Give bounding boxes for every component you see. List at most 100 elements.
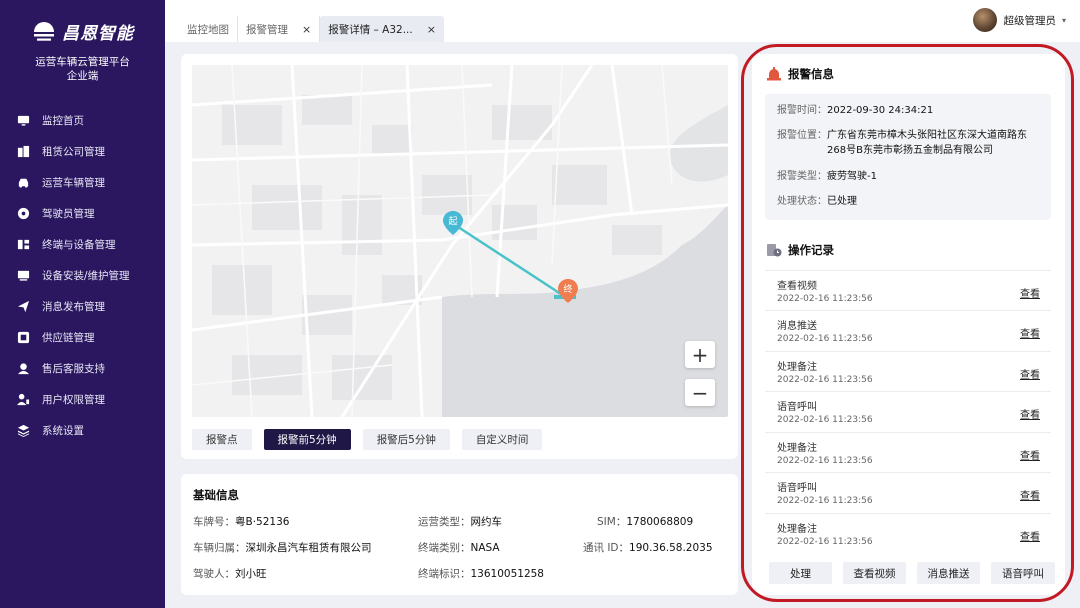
terminal-id-value: 13610051258 <box>470 568 545 580</box>
sidebar-item-label: 运营车辆管理 <box>42 177 105 189</box>
field-label: 车辆归属： <box>193 542 246 554</box>
driver-field: 驾驶人：刘小旺 <box>193 566 267 581</box>
sidebar-item-label: 租赁公司管理 <box>42 146 105 158</box>
sidebar-item-monitor-home[interactable]: 监控首页 <box>0 105 165 136</box>
car-icon <box>16 176 30 190</box>
zoom-in-button[interactable]: + <box>685 341 715 368</box>
close-icon[interactable]: × <box>302 23 311 36</box>
sim-value: 1780068809 <box>626 516 694 528</box>
map-view[interactable]: 起 终 + − <box>192 65 728 417</box>
tab-label: 报警详情 – A32... <box>328 23 413 36</box>
log-time: 2022-02-16 11:23:56 <box>777 537 873 547</box>
view-link[interactable]: 查看 <box>1020 487 1040 502</box>
field-label: SIM： <box>597 516 627 528</box>
view-link[interactable]: 查看 <box>1020 325 1040 340</box>
log-action: 语音呼叫 <box>777 483 817 494</box>
top-header: 监控地图 报警管理 × 报警详情 – A32... × 超级管理员 ▾ <box>165 0 1080 42</box>
tab-monitor-map[interactable]: 监控地图 <box>179 16 238 42</box>
alarm-type-row: 报警类型： 疲劳驾驶-1 <box>777 169 877 184</box>
start-marker-label: 起 <box>448 217 458 227</box>
close-icon[interactable]: × <box>427 23 436 36</box>
sidebar-item-vehicles[interactable]: 运营车辆管理 <box>0 167 165 198</box>
log-time: 2022-02-16 11:23:56 <box>777 375 873 385</box>
sim-field: SIM：1780068809 <box>597 514 693 529</box>
view-link[interactable]: 查看 <box>1020 447 1040 462</box>
brand-logo: 昌恩智能 <box>0 0 165 46</box>
log-action: 处理备注 <box>777 362 817 373</box>
sidebar: 昌恩智能 运营车辆云管理平台 企业端 监控首页 租赁公司管理 运营车辆管理 驾驶… <box>0 0 165 608</box>
terminal-id-field: 终端标识：13610051258 <box>418 566 544 581</box>
time-button-before-5min[interactable]: 报警前5分钟 <box>263 429 351 450</box>
tab-bar: 监控地图 报警管理 × 报警详情 – A32... × <box>179 16 444 42</box>
logo-mark-icon <box>34 22 54 41</box>
sidebar-item-settings[interactable]: 系统设置 <box>0 415 165 446</box>
alarm-location-value: 广东省东莞市樟木头张阳社区东深大道南路东268号B东莞市彰扬五金制品有限公司 <box>827 130 1027 156</box>
sidebar-item-rental-company[interactable]: 租赁公司管理 <box>0 136 165 167</box>
alarm-status-row: 处理状态： 已处理 <box>777 194 857 209</box>
avatar <box>973 8 998 32</box>
sidebar-item-drivers[interactable]: 驾驶员管理 <box>0 198 165 229</box>
view-link[interactable]: 查看 <box>1020 285 1040 300</box>
time-button-after-5min[interactable]: 报警后5分钟 <box>362 429 450 450</box>
view-video-button[interactable]: 查看视频 <box>843 562 906 584</box>
op-type-value: 网约车 <box>470 516 503 528</box>
sidebar-item-messages[interactable]: 消息发布管理 <box>0 291 165 322</box>
handle-button[interactable]: 处理 <box>769 562 832 584</box>
action-buttons: 处理 查看视频 消息推送 语音呼叫 <box>769 562 1055 584</box>
log-time: 2022-02-16 11:23:56 <box>777 415 873 425</box>
sidebar-item-label: 终端与设备管理 <box>42 239 116 251</box>
field-label: 车牌号： <box>193 516 235 528</box>
push-message-button[interactable]: 消息推送 <box>917 562 980 584</box>
map-card: 起 终 + − 报警点 报警前5分钟 报警后5分钟 自定义时间 <box>181 54 738 459</box>
field-label: 报警类型： <box>777 171 827 182</box>
map-base-layer <box>192 65 728 417</box>
field-label: 通讯 ID： <box>583 542 630 554</box>
field-label: 报警位置： <box>777 130 827 141</box>
field-label: 终端标识： <box>418 568 471 580</box>
time-button-alarm-point[interactable]: 报警点 <box>192 429 252 450</box>
sidebar-item-support[interactable]: 售后客服支持 <box>0 353 165 384</box>
alarm-info-title: 报警信息 <box>788 67 834 81</box>
log-action: 处理备注 <box>777 524 817 535</box>
chevron-down-icon: ▾ <box>1061 15 1066 25</box>
end-marker[interactable]: 终 <box>558 279 578 306</box>
basic-info-card: 基础信息 车牌号：粤B·52136 车辆归属：深圳永昌汽车租赁有限公司 驾驶人：… <box>181 474 738 595</box>
driver-value: 刘小旺 <box>235 568 267 580</box>
alarm-time-row: 报警时间： 2022-09-30 24:34:21 <box>777 103 933 118</box>
sidebar-item-installation[interactable]: 设备安装/维护管理 <box>0 260 165 291</box>
alarm-detail-panel: 报警信息 报警时间： 2022-09-30 24:34:21 报警位置： 广东省… <box>752 54 1065 595</box>
log-action: 语音呼叫 <box>777 402 817 413</box>
terminal-type-value: NASA <box>470 542 500 554</box>
building-icon <box>16 145 30 159</box>
time-range-buttons: 报警点 报警前5分钟 报警后5分钟 自定义时间 <box>192 429 543 450</box>
field-label: 报警时间： <box>777 105 827 116</box>
sidebar-item-label: 设备安装/维护管理 <box>42 270 130 282</box>
sidebar-item-devices[interactable]: 终端与设备管理 <box>0 229 165 260</box>
tab-alarm-management[interactable]: 报警管理 × <box>238 16 321 42</box>
owner-field: 车辆归属：深圳永昌汽车租赁有限公司 <box>193 540 372 555</box>
view-link[interactable]: 查看 <box>1020 366 1040 381</box>
screen-icon <box>16 269 30 283</box>
sidebar-item-label: 售后客服支持 <box>42 363 105 375</box>
log-record: 处理备注 2022-02-16 11:23:56 查看 <box>765 513 1051 553</box>
monitor-icon <box>16 114 30 128</box>
log-time: 2022-02-16 11:23:56 <box>777 294 873 304</box>
alarm-info-box: 报警时间： 2022-09-30 24:34:21 报警位置： 广东省东莞市樟木… <box>765 94 1051 220</box>
sidebar-menu: 监控首页 租赁公司管理 运营车辆管理 驾驶员管理 终端与设备管理 设备安装/维护… <box>0 105 165 446</box>
user-menu[interactable]: 超级管理员 ▾ <box>973 8 1066 32</box>
sidebar-item-supply-chain[interactable]: 供应链管理 <box>0 322 165 353</box>
sidebar-item-permissions[interactable]: 用户权限管理 <box>0 384 165 415</box>
time-button-custom[interactable]: 自定义时间 <box>461 429 543 450</box>
voice-call-button[interactable]: 语音呼叫 <box>991 562 1055 584</box>
operation-log-header: 操作记录 <box>766 242 834 258</box>
view-link[interactable]: 查看 <box>1020 528 1040 543</box>
operation-log-title: 操作记录 <box>788 243 834 257</box>
view-link[interactable]: 查看 <box>1020 406 1040 421</box>
alarm-light-icon <box>767 67 781 81</box>
start-marker[interactable]: 起 <box>443 211 463 238</box>
send-icon <box>16 300 30 314</box>
tab-alarm-detail[interactable]: 报警详情 – A32... × <box>320 16 444 42</box>
zoom-out-button[interactable]: − <box>685 379 715 406</box>
log-time: 2022-02-16 11:23:56 <box>777 334 873 344</box>
log-record: 处理备注 2022-02-16 11:23:56 查看 <box>765 432 1051 472</box>
